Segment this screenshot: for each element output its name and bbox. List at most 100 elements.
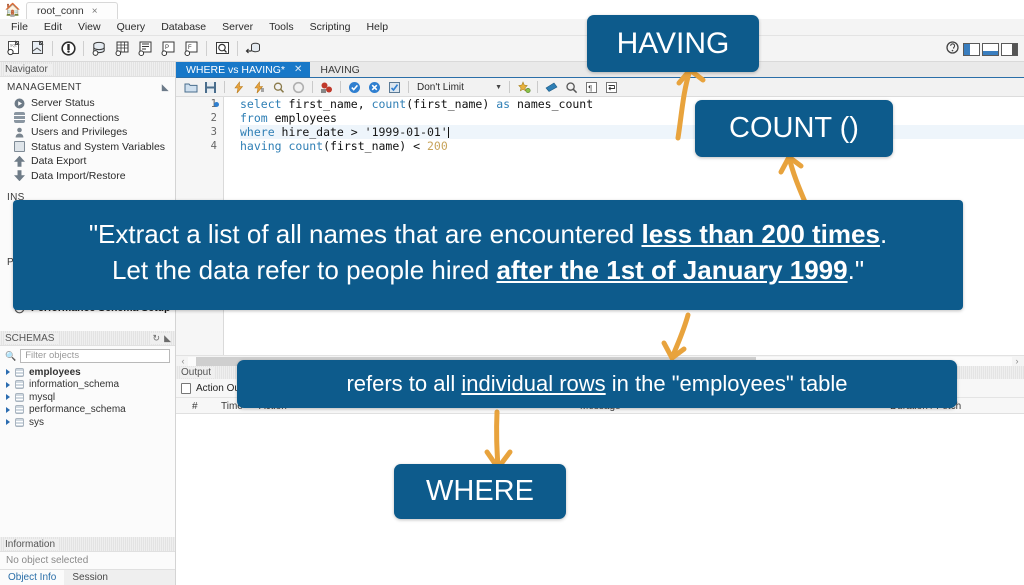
schema-item-employees[interactable]: employees	[0, 366, 175, 379]
refresh-icon[interactable]: ↻	[153, 333, 161, 344]
information-body: No object selected	[0, 552, 175, 569]
menu-item-server[interactable]: Server	[215, 19, 260, 35]
menu-item-view[interactable]: View	[71, 19, 108, 35]
scroll-left-icon[interactable]: ‹	[178, 356, 188, 366]
filter-objects-input[interactable]: Filter objects	[20, 349, 170, 363]
tab-where-vs-having[interactable]: WHERE vs HAVING* ✕	[176, 62, 311, 77]
sidebar-item-data-export[interactable]: Data Export	[0, 154, 175, 169]
chevron-right-icon[interactable]	[6, 394, 10, 401]
menu-item-help[interactable]: Help	[359, 19, 395, 35]
toggle-stop-on-error-icon[interactable]	[317, 79, 336, 96]
save-script-icon[interactable]	[201, 79, 220, 96]
schema-label: mysql	[29, 391, 56, 403]
find-icon[interactable]	[542, 79, 561, 96]
schema-item-information-schema[interactable]: information_schema	[0, 379, 175, 392]
schema-item-performance-schema[interactable]: performance_schema	[0, 404, 175, 417]
information-tabs: Object Info Session	[0, 569, 175, 585]
scroll-right-icon[interactable]: ›	[1012, 356, 1022, 366]
tab-object-info[interactable]: Object Info	[0, 570, 65, 585]
sidebar-item-users-and-privileges[interactable]: Users and Privileges	[0, 125, 175, 140]
chevron-right-icon[interactable]	[6, 381, 10, 388]
commit-icon[interactable]	[345, 79, 364, 96]
connection-tab[interactable]: root_conn ×	[26, 2, 118, 19]
expand-icon[interactable]: ◣	[164, 333, 171, 344]
sidebar-item-status-and-system-variables[interactable]: Status and System Variables	[0, 140, 175, 155]
database-icon	[15, 367, 24, 377]
column-header-number: #	[192, 401, 198, 412]
sql-token: having	[240, 139, 282, 153]
statement-marker-icon	[214, 102, 219, 107]
limit-rows-select[interactable]: Don't Limit ▼	[413, 80, 505, 95]
sql-token: where	[240, 125, 275, 139]
sidebar-item-server-status[interactable]: Server Status	[0, 96, 175, 111]
navigator-header: Navigator	[0, 62, 175, 77]
line-number: 3	[210, 126, 217, 138]
sql-line: having count(first_name) < 200	[240, 139, 1024, 153]
sql-token: (first_name) <	[323, 139, 427, 153]
stop-icon[interactable]	[289, 79, 308, 96]
schema-item-sys[interactable]: sys	[0, 416, 175, 429]
wrap-lines-icon[interactable]	[602, 79, 621, 96]
beautify-icon[interactable]	[514, 79, 533, 96]
database-icon	[15, 417, 24, 427]
tab-having[interactable]: HAVING	[310, 62, 368, 77]
title-bar: 🏠 root_conn ×	[0, 0, 1024, 19]
chevron-right-icon[interactable]	[6, 406, 10, 413]
autocommit-icon[interactable]	[385, 79, 404, 96]
task-line-2: Let the data refer to people hired after…	[111, 255, 865, 285]
database-icon	[15, 392, 24, 402]
menu-item-scripting[interactable]: Scripting	[303, 19, 358, 35]
sidebar-item-client-connections[interactable]: Client Connections	[0, 111, 175, 126]
callout-count-label: COUNT ()	[729, 112, 859, 144]
expand-icon[interactable]: ◣	[162, 82, 169, 93]
close-icon[interactable]: ×	[92, 6, 98, 17]
open-script-icon[interactable]	[181, 79, 200, 96]
menu-item-database[interactable]: Database	[154, 19, 213, 35]
new-sql-tab-icon[interactable]: SQL	[3, 38, 25, 59]
inspect-icon[interactable]	[211, 38, 233, 59]
new-view-icon[interactable]	[134, 38, 156, 59]
information-title: Information	[5, 538, 60, 550]
menu-item-edit[interactable]: Edit	[37, 19, 69, 35]
help-icon[interactable]	[946, 41, 959, 57]
database-icon	[15, 405, 24, 415]
chevron-right-icon[interactable]	[6, 419, 10, 426]
new-procedure-icon[interactable]: P	[157, 38, 179, 59]
execute-current-icon[interactable]	[249, 79, 268, 96]
sql-token: select	[240, 97, 282, 111]
toggle-invisible-chars-icon[interactable]: ¶	[582, 79, 601, 96]
new-table-icon[interactable]	[111, 38, 133, 59]
open-sql-script-icon[interactable]	[26, 38, 48, 59]
menu-item-tools[interactable]: Tools	[262, 19, 301, 35]
sidebar-item-data-import-restore[interactable]: Data Import/Restore	[0, 169, 175, 184]
sql-token: first_name,	[281, 97, 372, 111]
new-function-icon[interactable]: F	[180, 38, 202, 59]
new-schema-icon[interactable]	[88, 38, 110, 59]
main-toolbar: SQL P F	[0, 36, 1024, 62]
toggle-secondary-sidebar-icon[interactable]	[1001, 42, 1018, 56]
callout-having-label: HAVING	[616, 26, 730, 60]
schema-item-mysql[interactable]: mysql	[0, 391, 175, 404]
toggle-output-icon[interactable]	[982, 42, 999, 56]
callout-task-description: "Extract a list of all names that are en…	[13, 200, 963, 310]
execute-icon[interactable]	[229, 79, 248, 96]
menu-bar: File Edit View Query Database Server Too…	[0, 19, 1024, 36]
home-icon[interactable]: 🏠	[0, 0, 26, 19]
navigator-title: Navigator	[5, 63, 52, 75]
tab-session[interactable]: Session	[64, 570, 116, 585]
data-import-icon	[14, 170, 25, 182]
chevron-right-icon[interactable]	[6, 369, 10, 376]
client-connections-icon	[14, 112, 25, 124]
reconnect-icon[interactable]	[242, 38, 264, 59]
zoom-icon[interactable]	[562, 79, 581, 96]
menu-item-file[interactable]: File	[4, 19, 35, 35]
explain-icon[interactable]	[269, 79, 288, 96]
rollback-icon[interactable]	[365, 79, 384, 96]
toggle-sidebar-icon[interactable]	[963, 42, 980, 56]
schema-label: information_schema	[29, 379, 120, 391]
callout-having: HAVING	[587, 15, 759, 72]
menu-item-query[interactable]: Query	[110, 19, 153, 35]
callout-count: COUNT ()	[695, 100, 893, 157]
open-connection-icon[interactable]	[57, 38, 79, 59]
close-icon[interactable]: ✕	[294, 64, 302, 75]
